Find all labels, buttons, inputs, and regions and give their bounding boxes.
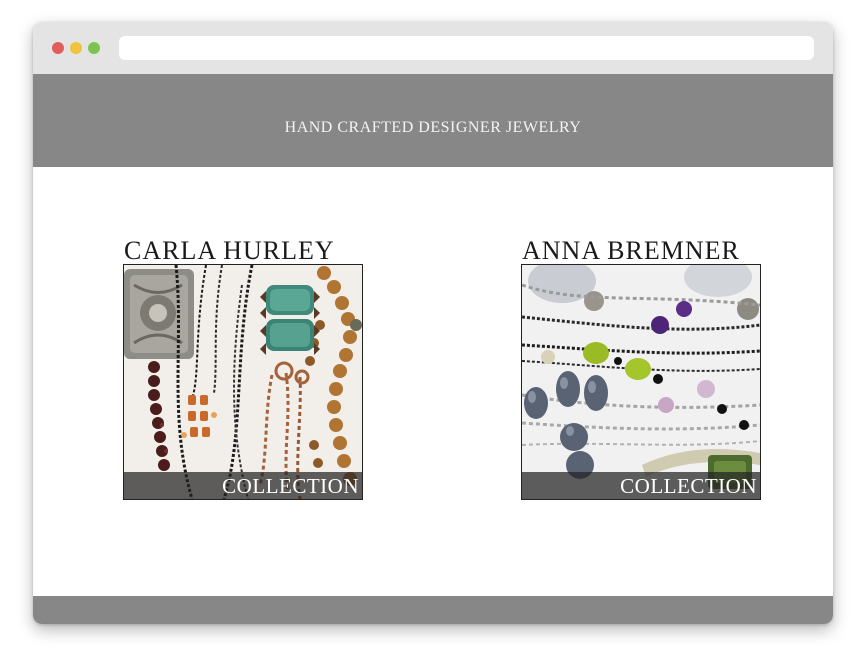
jewelry-photo bbox=[124, 265, 362, 499]
collection-label: COLLECTION bbox=[124, 472, 362, 499]
maximize-window-button[interactable] bbox=[88, 42, 100, 54]
browser-window: HAND CRAFTED DESIGNER JEWELRY CARLA HURL… bbox=[33, 22, 833, 624]
collection-card-carla-hurley[interactable]: CARLA HURLEY COLLECTION bbox=[123, 238, 363, 500]
site-header: HAND CRAFTED DESIGNER JEWELRY bbox=[33, 74, 833, 167]
minimize-window-button[interactable] bbox=[70, 42, 82, 54]
close-window-button[interactable] bbox=[52, 42, 64, 54]
collection-card-anna-bremner[interactable]: ANNA BREMNER COLLECTION bbox=[521, 238, 761, 500]
collection-title: ANNA BREMNER bbox=[522, 236, 740, 265]
address-bar[interactable] bbox=[119, 36, 814, 60]
site-tagline: HAND CRAFTED DESIGNER JEWELRY bbox=[284, 118, 582, 136]
site-footer bbox=[33, 596, 833, 624]
jewelry-photo bbox=[522, 265, 760, 499]
collection-label: COLLECTION bbox=[522, 472, 760, 499]
browser-toolbar bbox=[33, 22, 833, 74]
collection-image-link[interactable]: COLLECTION bbox=[521, 264, 761, 500]
collection-title: CARLA HURLEY bbox=[124, 236, 335, 265]
collection-image-link[interactable]: COLLECTION bbox=[123, 264, 363, 500]
